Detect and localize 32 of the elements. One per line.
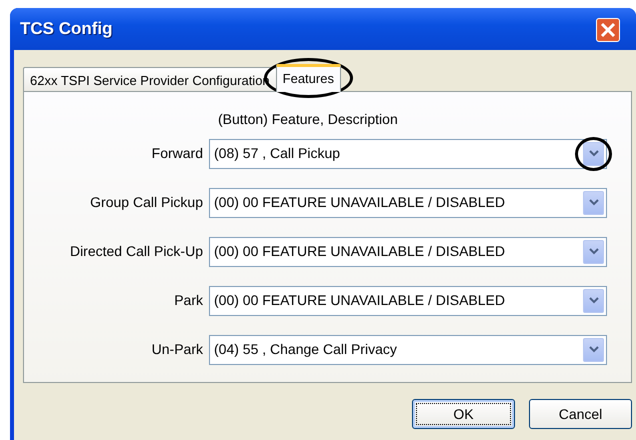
column-header: (Button) Feature, Description [218, 110, 399, 129]
chevron-down-icon [588, 199, 598, 206]
field-label: Forward [150, 144, 204, 163]
dropdown[interactable]: (00) 00 FEATURE UNAVAILABLE / DISABLED [209, 188, 607, 218]
chevron-down-icon [588, 248, 598, 255]
dropdown[interactable]: (08) 57 , Call Pickup [209, 138, 607, 168]
cancel-button[interactable]: Cancel [529, 399, 632, 429]
dropdown-value: (00) 00 FEATURE UNAVAILABLE / DISABLED [214, 242, 505, 261]
dropdown-arrow-button[interactable] [583, 240, 604, 264]
dropdown-value: (00) 00 FEATURE UNAVAILABLE / DISABLED [214, 193, 505, 212]
chevron-down-icon [588, 150, 598, 157]
field-label: Group Call Pickup [89, 193, 204, 212]
dropdown-value: (08) 57 , Call Pickup [214, 144, 340, 163]
dropdown[interactable]: (04) 55 , Change Call Privacy [209, 334, 607, 364]
field-label: Directed Call Pick-Up [68, 242, 204, 261]
field-label: Un-Park [150, 340, 204, 359]
dropdown-arrow-button[interactable] [583, 288, 604, 312]
close-button[interactable] [596, 18, 620, 42]
dropdown-arrow-button[interactable] [583, 338, 604, 362]
annotation-ellipse [575, 136, 612, 170]
window-title: TCS Config [20, 18, 113, 40]
dropdown-value: (00) 00 FEATURE UNAVAILABLE / DISABLED [214, 291, 505, 310]
dropdown[interactable]: (00) 00 FEATURE UNAVAILABLE / DISABLED [209, 286, 607, 316]
dropdown-arrow-button[interactable] [583, 190, 604, 214]
chevron-down-icon [588, 346, 598, 353]
chevron-down-icon [588, 297, 598, 304]
dropdown[interactable]: (00) 00 FEATURE UNAVAILABLE / DISABLED [209, 236, 607, 266]
dropdown-value: (04) 55 , Change Call Privacy [214, 340, 397, 359]
tab[interactable]: Features [276, 64, 341, 92]
ok-button[interactable]: OK [412, 399, 515, 429]
dropdown-arrow-button[interactable] [583, 142, 604, 166]
field-label: Park [173, 291, 204, 310]
